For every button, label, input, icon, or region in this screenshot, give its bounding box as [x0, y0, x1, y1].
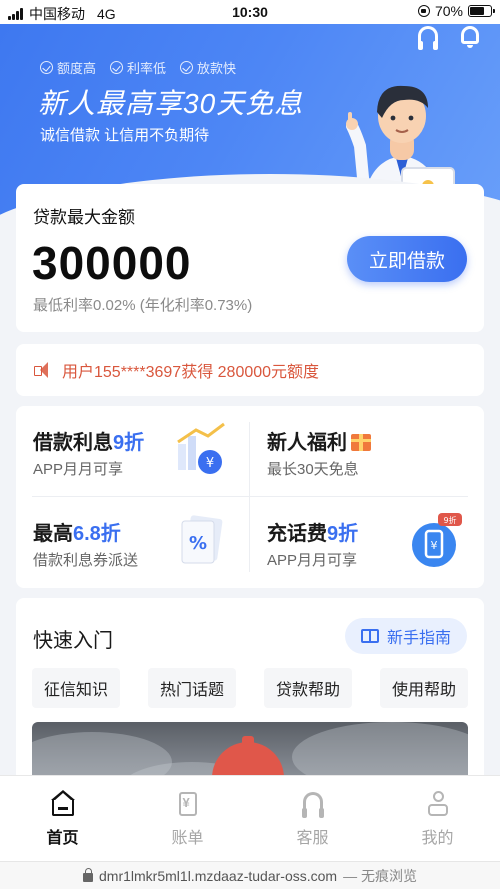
chip-credit-knowledge[interactable]: 征信知识	[32, 668, 121, 708]
promo-interest-discount[interactable]: 借款利息9折 APP月月可享 ¥	[16, 406, 250, 497]
chip-usage-help[interactable]: 使用帮助	[379, 668, 468, 708]
promo-title: 最高6.8折	[33, 523, 121, 545]
notice-bar: 用户155****3697获得 280000元额度	[16, 344, 484, 396]
battery-percent: 70%	[434, 3, 463, 19]
interest-rate-text: 最低利率0.02% (年化利率0.73%)	[33, 297, 253, 314]
tab-label: 客服	[296, 830, 329, 847]
loan-amount-label: 贷款最大金额	[33, 208, 135, 227]
quick-entry-section: 快速入门 新手指南 征信知识 热门话题 贷款帮助 使用帮助	[16, 598, 484, 798]
feature-tag-label: 利率低	[127, 61, 167, 76]
customer-service-button[interactable]	[418, 24, 442, 50]
beginner-guide-button[interactable]: 新手指南	[345, 618, 467, 654]
orientation-lock-icon	[417, 5, 430, 17]
promo-grid: 借款利息9折 APP月月可享 ¥ 新人福利 最长30天免息 最高6.8折 借款利…	[16, 406, 484, 588]
loan-amount-card: 贷款最大金额 300000 最低利率0.02% (年化利率0.73%) 立即借款	[16, 184, 484, 332]
guide-button-label: 新手指南	[386, 630, 451, 647]
promo-interest-coupon[interactable]: 最高6.8折 借款利息券派送 %	[16, 497, 250, 588]
feature-tag: 放款快	[180, 58, 236, 77]
hero-actions	[418, 24, 482, 50]
tab-customer-service[interactable]: 客服	[250, 776, 375, 861]
hero-subtitle: 诚信借款 让信用不负期待	[40, 127, 210, 144]
promo-phone-recharge[interactable]: 充话费9折 APP月月可享 ¥ 9折	[250, 497, 484, 588]
feature-tag: 额度高	[40, 58, 96, 77]
chip-loan-help[interactable]: 贷款帮助	[263, 668, 352, 708]
borrow-now-button[interactable]: 立即借款	[347, 236, 467, 282]
book-icon	[360, 629, 379, 643]
headset-icon	[418, 26, 438, 50]
feature-tags: 额度高 利率低 放款快	[40, 58, 236, 77]
promo-subtitle: 借款利息券派送	[33, 552, 139, 569]
discount-badge: 9折	[443, 515, 456, 525]
browser-url-bar[interactable]: dmr1lmkr5ml1l.mzdaaz-tudar-oss.com — 无痕浏…	[0, 861, 500, 889]
tab-label: 我的	[421, 830, 454, 847]
svg-text:¥: ¥	[431, 539, 438, 552]
padlock-icon	[83, 868, 94, 882]
growth-chart-icon: ¥	[177, 422, 225, 474]
check-circle-icon	[180, 61, 194, 74]
check-circle-icon	[40, 61, 53, 74]
promo-title: 新人福利	[267, 426, 371, 455]
tab-profile[interactable]: 我的	[375, 776, 500, 861]
bell-icon	[461, 26, 479, 48]
promo-subtitle: 最长30天免息	[267, 461, 359, 478]
notice-text: 用户155****3697获得 280000元额度	[62, 364, 320, 381]
promo-subtitle: APP月月可享	[33, 461, 124, 478]
quick-entry-chips: 征信知识 热门话题 贷款帮助 使用帮助	[32, 668, 468, 708]
svg-text:¥: ¥	[206, 456, 214, 471]
tab-label: 首页	[46, 830, 79, 847]
promo-subtitle: APP月月可享	[267, 552, 358, 569]
headset-icon	[299, 790, 327, 818]
check-circle-icon	[110, 61, 124, 74]
phone-recharge-icon: ¥ 9折	[412, 513, 462, 567]
speaker-icon	[34, 362, 52, 378]
feature-tag-label: 放款快	[197, 61, 237, 76]
status-bar: 中国移动 4G 10:30 70%	[0, 0, 500, 24]
gift-icon	[351, 434, 371, 451]
promo-title: 借款利息9折	[33, 432, 145, 454]
promo-new-user-benefit[interactable]: 新人福利 最长30天免息	[250, 406, 484, 497]
tab-label: 账单	[171, 830, 204, 847]
tab-home[interactable]: 首页	[0, 776, 125, 861]
feature-tag-label: 额度高	[57, 61, 97, 76]
profile-icon	[424, 790, 452, 818]
chip-hot-topics[interactable]: 热门话题	[147, 668, 236, 708]
home-icon	[49, 790, 77, 818]
svg-text:%: %	[189, 533, 207, 554]
coupon-icon: %	[181, 515, 223, 564]
bottom-tab-bar: 首页 账单 客服 我的	[0, 775, 500, 861]
status-right: 70%	[417, 3, 495, 19]
promo-title: 充话费9折	[267, 523, 359, 545]
url-text: dmr1lmkr5ml1l.mzdaaz-tudar-oss.com	[99, 867, 338, 884]
bill-icon	[174, 790, 202, 818]
loan-amount-value: 300000	[32, 237, 192, 289]
section-title: 快速入门	[33, 630, 113, 652]
notifications-button[interactable]	[458, 24, 482, 48]
private-mode-label: — 无痕浏览	[343, 867, 417, 884]
hero-title: 新人最高享30天免息	[38, 88, 304, 119]
tab-bills[interactable]: 账单	[125, 776, 250, 861]
feature-tag: 利率低	[110, 58, 166, 77]
battery-icon	[468, 5, 495, 17]
